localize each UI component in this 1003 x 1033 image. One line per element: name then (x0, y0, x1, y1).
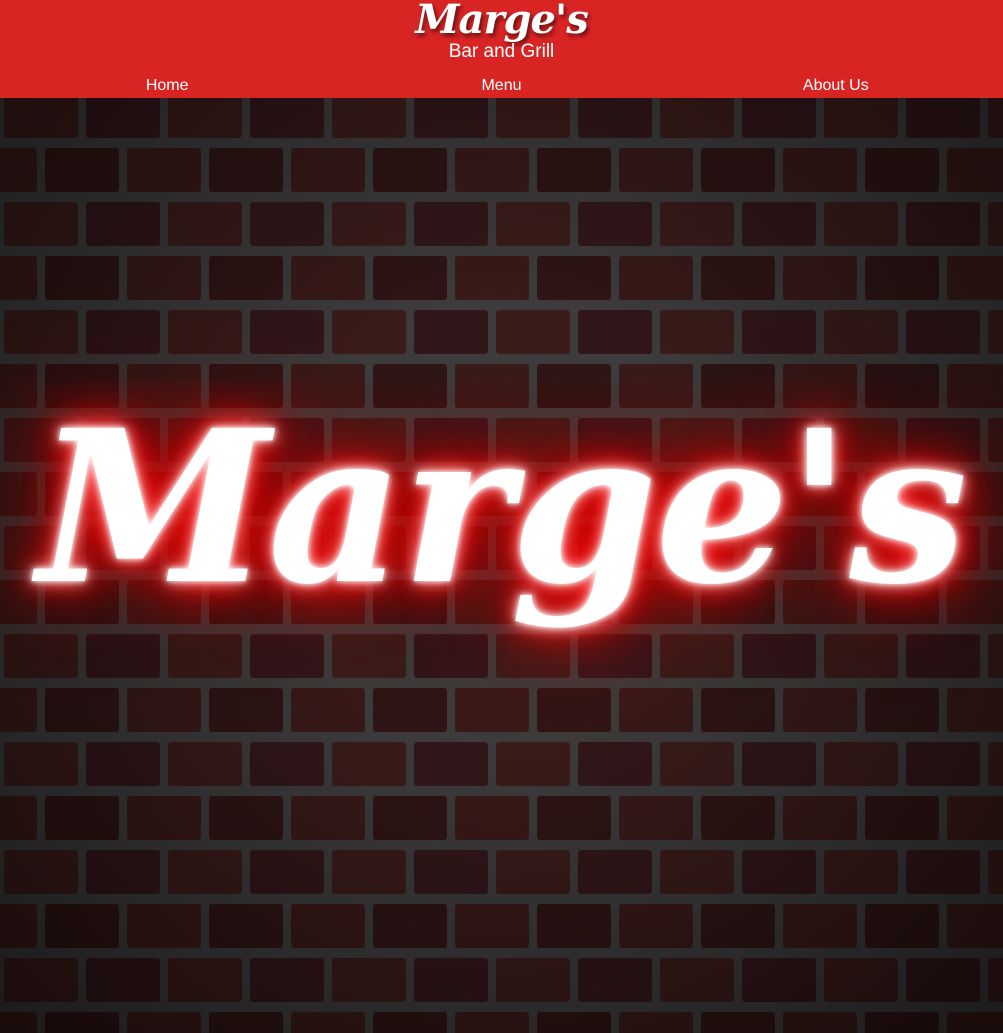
site-header: Marge's Bar and Grill Home Menu About Us (0, 0, 1003, 98)
hero-banner: Marge's (0, 98, 1003, 1033)
nav-item-about-us[interactable]: About Us (669, 76, 1003, 98)
site-subtitle: Bar and Grill (448, 41, 555, 62)
neon-sign: Marge's (37, 384, 967, 631)
nav-item-menu[interactable]: Menu (334, 76, 668, 98)
nav-item-home[interactable]: Home (0, 76, 334, 98)
main-nav: Home Menu About Us (0, 76, 1003, 98)
